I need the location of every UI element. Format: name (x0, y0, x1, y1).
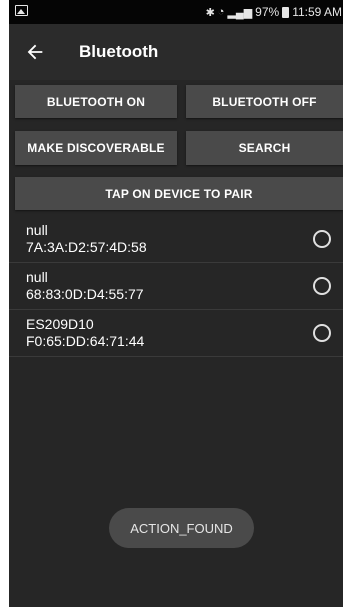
radio-button[interactable] (313, 277, 331, 295)
radio-button[interactable] (313, 324, 331, 342)
battery-icon (282, 6, 290, 18)
toast-message: ACTION_FOUND (109, 508, 254, 548)
signal-icon: ▂▄▆ (227, 6, 253, 19)
device-item[interactable]: ES209D10 F0:65:DD:64:71:44 (9, 310, 343, 357)
device-name: null (26, 222, 48, 238)
search-button[interactable]: SEARCH (186, 131, 343, 165)
bluetooth-on-button[interactable]: BLUETOOTH ON (15, 85, 177, 118)
app-bar: Bluetooth (9, 24, 343, 80)
device-address: 7A:3A:D2:57:4D:58 (26, 239, 147, 255)
device-address: 68:83:0D:D4:55:77 (26, 286, 144, 302)
back-arrow-icon[interactable] (24, 41, 46, 63)
bluetooth-icon: ✱ (205, 6, 215, 19)
device-address: F0:65:DD:64:71:44 (26, 333, 145, 349)
gallery-notification-icon (15, 5, 28, 16)
status-bar-right: ✱ ◔ ▂▄▆ 97% 11:59 AM (206, 5, 342, 19)
device-item[interactable]: null 68:83:0D:D4:55:77 (9, 263, 343, 310)
device-name: ES209D10 (26, 316, 94, 332)
battery-percent: 97% (255, 5, 280, 19)
tap-to-pair-button[interactable]: TAP ON DEVICE TO PAIR (15, 177, 343, 210)
make-discoverable-button[interactable]: MAKE DISCOVERABLE (15, 131, 177, 165)
device-item[interactable]: null 7A:3A:D2:57:4D:58 (9, 216, 343, 263)
clock: 11:59 AM (292, 5, 342, 19)
device-list: null 7A:3A:D2:57:4D:58 null 68:83:0D:D4:… (9, 216, 343, 357)
radio-button[interactable] (313, 230, 331, 248)
page-title: Bluetooth (79, 42, 159, 61)
bluetooth-off-button[interactable]: BLUETOOTH OFF (186, 85, 343, 118)
wifi-icon: ◔ (217, 6, 225, 18)
device-name: null (26, 269, 48, 285)
status-bar: ✱ ◔ ▂▄▆ 97% 11:59 AM (9, 0, 343, 24)
phone-screen: ✱ ◔ ▂▄▆ 97% 11:59 AM Bluetooth BLUETOOTH… (9, 0, 343, 607)
